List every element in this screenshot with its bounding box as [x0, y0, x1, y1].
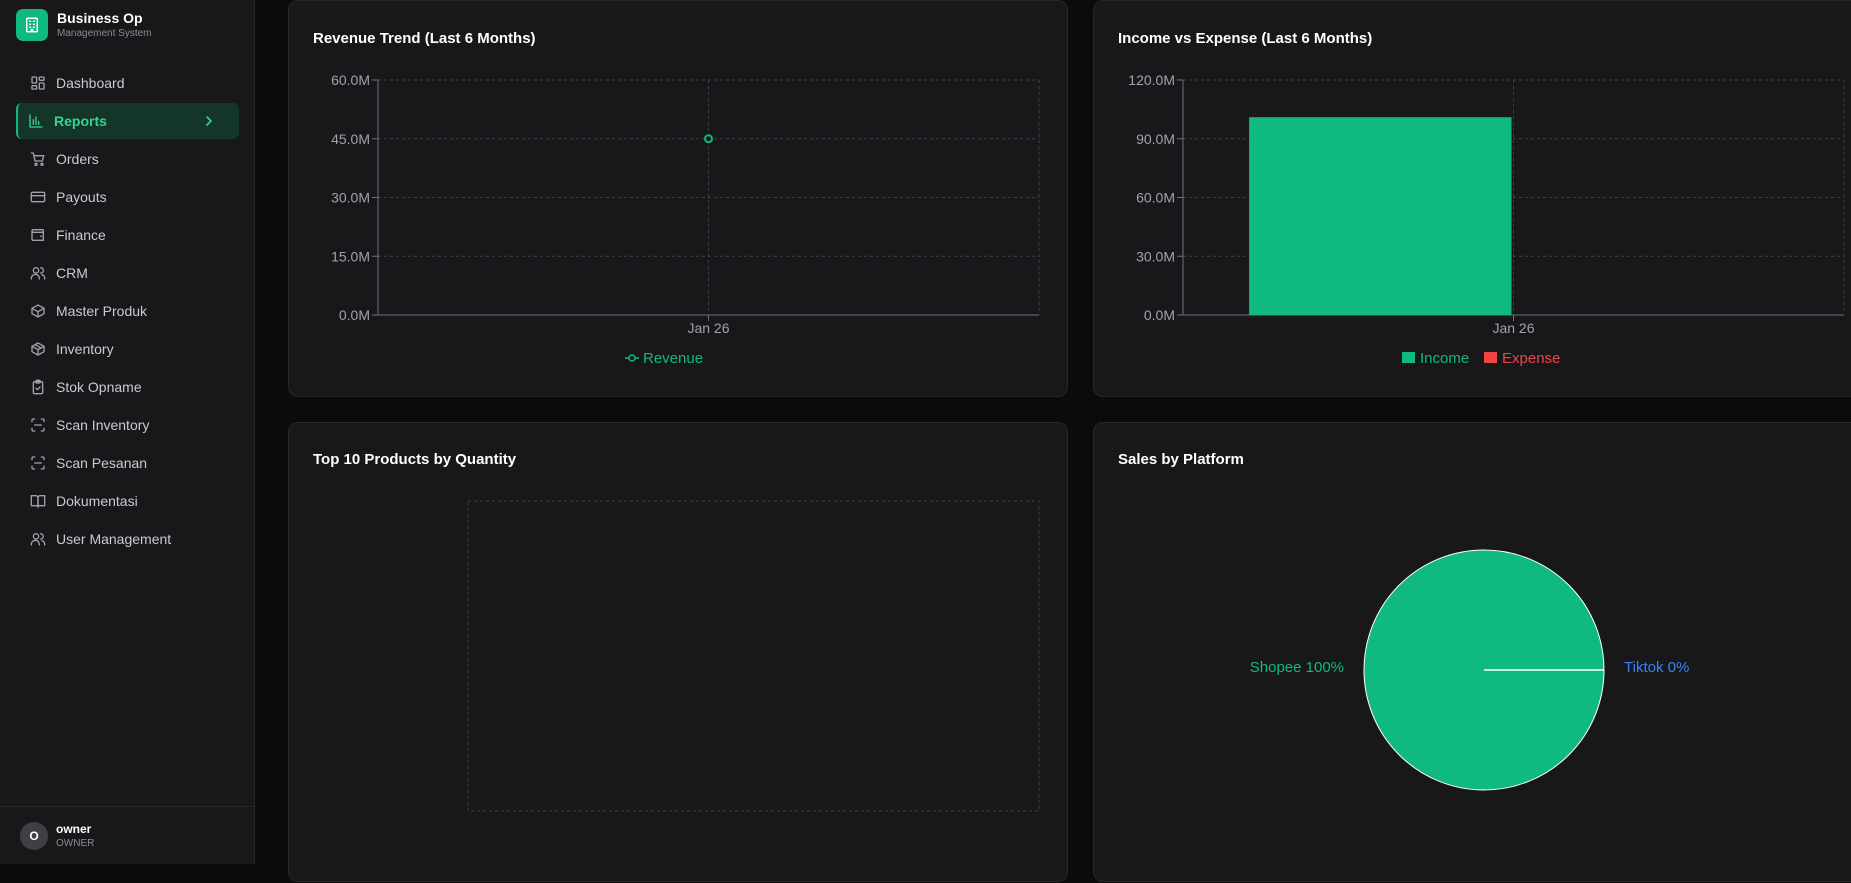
dashboard-icon [30, 75, 56, 91]
users-icon [30, 531, 56, 547]
sales-platform-card: Sales by Platform Shopee 100% Tiktok 0% [1093, 422, 1851, 882]
sidebar-item-reports[interactable]: Reports [16, 103, 239, 139]
legend-income: Income [1420, 350, 1469, 367]
sidebar-item-label: Finance [56, 227, 106, 243]
clipboard-check-icon [30, 379, 56, 395]
sidebar-item-master-produk[interactable]: Master Produk [16, 293, 239, 329]
sidebar-item-label: Master Produk [56, 303, 148, 319]
legend-income-icon [1402, 352, 1415, 363]
scan-icon [30, 417, 56, 433]
sidebar-item-label: Dokumentasi [56, 493, 138, 509]
packages-icon [30, 341, 56, 357]
revenue-trend-chart: 0.0M 15.0M 30.0M 45.0M 60.0M Jan 26 Revenue [331, 72, 1040, 367]
sidebar-item-stok-opname[interactable]: Stok Opname [16, 369, 239, 405]
user-role: OWNER [56, 837, 95, 849]
legend-revenue-icon [628, 354, 636, 362]
sidebar-item-inventory[interactable]: Inventory [16, 331, 239, 367]
credit-card-icon [30, 189, 56, 205]
legend-expense: Expense [1502, 350, 1560, 367]
users-icon [30, 265, 56, 281]
y-tick-label: 0.0M [339, 307, 370, 323]
brand-title: Business Op [57, 10, 143, 26]
sidebar-item-label: CRM [56, 265, 88, 281]
sidebar-item-label: User Management [56, 531, 172, 547]
cart-icon [30, 151, 56, 167]
y-tick-label: 15.0M [331, 248, 370, 264]
sidebar-nav: Dashboard Reports Orders Payouts Finance CRM M… [16, 65, 239, 559]
y-tick-label: 0.0M [1144, 307, 1175, 323]
legend-revenue: Revenue [643, 350, 703, 367]
top-products-card: Top 10 Products by Quantity [288, 422, 1068, 882]
sidebar-item-finance[interactable]: Finance [16, 217, 239, 253]
sidebar-item-label: Orders [56, 151, 99, 167]
sidebar-item-label: Scan Pesanan [56, 455, 148, 471]
bar-chart-icon [28, 113, 54, 129]
income-bar [1249, 117, 1512, 315]
revenue-trend-card: Revenue Trend (Last 6 Months) 0.0M 15.0M 3… [288, 0, 1068, 397]
y-tick-label: 90.0M [1136, 131, 1175, 147]
sidebar-item-label: Payouts [56, 189, 107, 205]
scan-icon [30, 455, 56, 471]
brand-subtitle: Management System [57, 28, 152, 39]
chevron-right-icon [201, 113, 227, 129]
sidebar-item-scan-pesanan[interactable]: Scan Pesanan [16, 445, 239, 481]
shopee-label: Shopee 100% [1250, 659, 1344, 676]
wallet-icon [30, 227, 56, 243]
building-icon [16, 9, 48, 41]
sidebar-item-dokumentasi[interactable]: Dokumentasi [16, 483, 239, 519]
sidebar-item-user-management[interactable]: User Management [16, 521, 239, 557]
y-tick-label: 60.0M [1136, 190, 1175, 206]
tiktok-label: Tiktok 0% [1624, 659, 1689, 676]
y-tick-label: 45.0M [331, 131, 370, 147]
y-tick-label: 120.0M [1128, 72, 1175, 88]
user-profile[interactable]: O owner OWNER [0, 806, 255, 864]
y-tick-label: 30.0M [1136, 248, 1175, 264]
sidebar-item-label: Scan Inventory [56, 417, 150, 433]
x-tick-label: Jan 26 [687, 320, 729, 336]
sidebar-item-label: Stok Opname [56, 379, 142, 395]
book-icon [30, 493, 56, 509]
sidebar-item-scan-inventory[interactable]: Scan Inventory [16, 407, 239, 443]
y-tick-label: 30.0M [331, 190, 370, 206]
x-tick-label: Jan 26 [1492, 320, 1534, 336]
sidebar-item-label: Reports [54, 113, 107, 129]
top-products-chart [467, 500, 1040, 812]
revenue-point [704, 134, 713, 144]
sidebar-item-orders[interactable]: Orders [16, 141, 239, 177]
sidebar-item-label: Dashboard [56, 75, 125, 91]
empty-plot-area [467, 500, 1040, 812]
sales-platform-chart: Shopee 100% Tiktok 0% [1250, 549, 1689, 791]
y-tick-label: 60.0M [331, 72, 370, 88]
sidebar-item-crm[interactable]: CRM [16, 255, 239, 291]
income-expense-chart: 0.0M 30.0M 60.0M 90.0M 120.0M Jan 26 Income Exp… [1128, 72, 1845, 367]
sidebar-item-label: Inventory [56, 341, 114, 357]
box-icon [30, 303, 56, 319]
sidebar-item-dashboard[interactable]: Dashboard [16, 65, 239, 101]
income-expense-card: Income vs Expense (Last 6 Months) 0.0M 30… [1093, 0, 1851, 397]
avatar: O [20, 821, 48, 850]
legend-expense-icon [1484, 352, 1497, 363]
user-name: owner [56, 821, 92, 836]
sidebar-item-payouts[interactable]: Payouts [16, 179, 239, 215]
sidebar: Business Op Management System Dashboard R… [0, 0, 255, 864]
brand[interactable]: Business Op Management System [16, 9, 152, 41]
